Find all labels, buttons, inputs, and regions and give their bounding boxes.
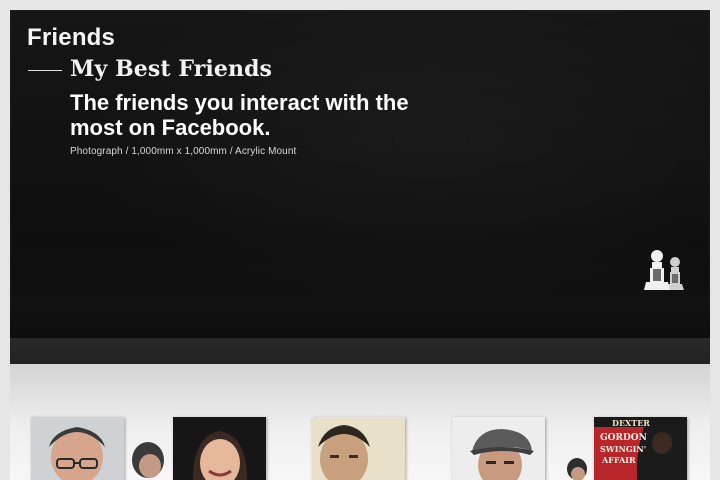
friend-photo-1[interactable] — [31, 417, 124, 480]
friend-photo-3-image — [312, 417, 405, 480]
section-title: Friends — [27, 24, 116, 51]
work-title: My Best Friends — [70, 56, 273, 82]
visitor-silhouette-1 — [132, 442, 164, 478]
friend-photo-3[interactable] — [312, 417, 405, 480]
album-text-line4: AFFAIR — [602, 455, 636, 465]
friend-photo-2[interactable] — [173, 417, 266, 480]
friend-photo-4[interactable] — [452, 417, 545, 480]
work-description: The friends you interact with the most o… — [70, 90, 409, 140]
friend-photo-1-image — [31, 417, 124, 480]
app-frame: Friends My Best Friends The friends you … — [0, 0, 720, 480]
visitor-silhouette-2 — [567, 458, 587, 480]
album-text-line2: GORDON — [600, 433, 647, 443]
friend-photo-4-image — [452, 417, 545, 480]
album-text-line3: SWINGIN' — [600, 444, 647, 454]
panel-bottom-band — [10, 310, 710, 338]
gallery-wall: DEXTER GORDON SWINGIN' AFFAIR — [10, 364, 710, 480]
separator-strip — [10, 338, 710, 364]
friend-photo-2-image — [173, 417, 266, 480]
friends-icon[interactable] — [638, 246, 694, 292]
album-text-line1: DEXTER — [612, 418, 650, 428]
friend-photo-5[interactable]: DEXTER GORDON SWINGIN' AFFAIR — [594, 417, 687, 480]
title-rule — [28, 70, 62, 71]
work-caption: Photograph / 1,000mm x 1,000mm / Acrylic… — [70, 146, 297, 157]
